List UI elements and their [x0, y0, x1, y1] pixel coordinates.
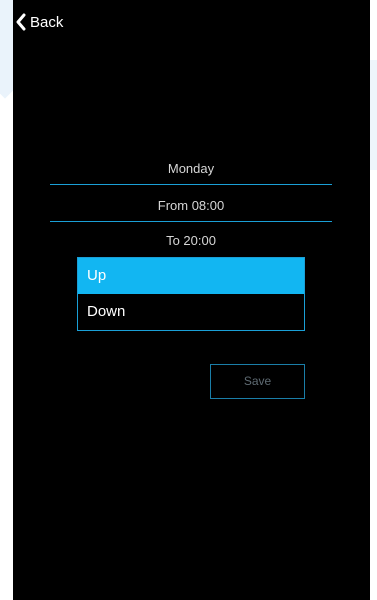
back-label: Back	[30, 13, 64, 31]
phone-screen: Back Monday From 08:00 To 20:00 Up Down …	[13, 0, 370, 600]
save-button[interactable]: Save	[210, 364, 305, 399]
from-time-label[interactable]: From 08:00	[50, 198, 332, 213]
day-label[interactable]: Monday	[50, 161, 332, 176]
divider	[50, 221, 332, 222]
app-stage: Back Monday From 08:00 To 20:00 Up Down …	[0, 0, 377, 600]
option-down[interactable]: Down	[78, 294, 304, 330]
chevron-left-icon	[15, 13, 27, 31]
divider	[50, 184, 332, 185]
option-up[interactable]: Up	[78, 258, 304, 294]
direction-option-list: Up Down	[77, 257, 305, 331]
back-button[interactable]: Back	[15, 10, 63, 34]
to-time-label[interactable]: To 20:00	[50, 233, 332, 248]
